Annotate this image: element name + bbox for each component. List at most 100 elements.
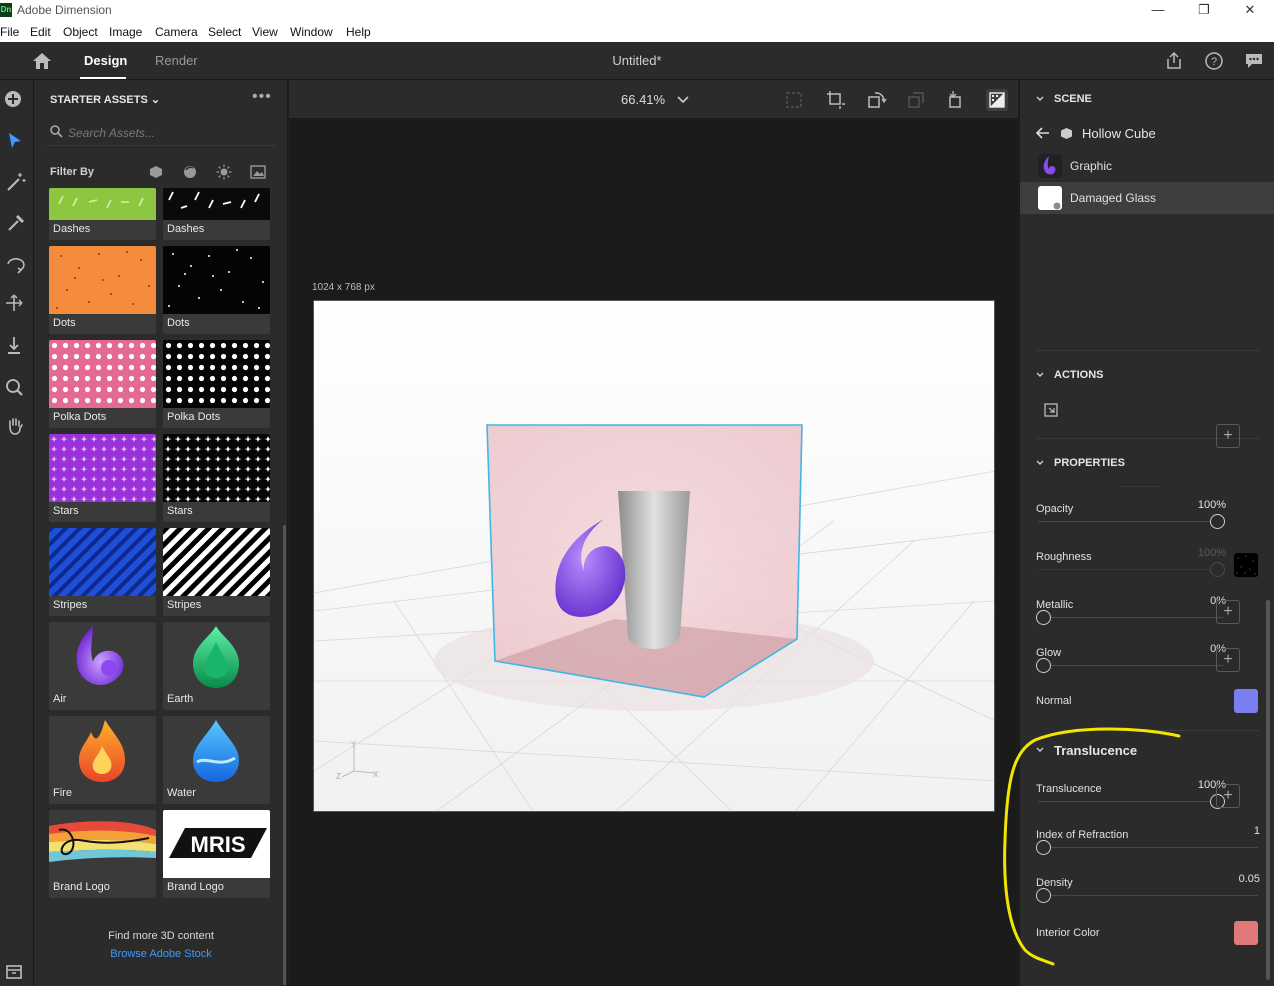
asset-tile-brand-mris[interactable]: MRIS Brand Logo xyxy=(163,810,270,898)
actions-header[interactable]: ACTIONS xyxy=(1054,369,1104,381)
asset-tile-dots-orange[interactable]: Dots xyxy=(49,246,156,334)
eyedropper-icon[interactable] xyxy=(4,210,30,236)
home-icon[interactable] xyxy=(32,52,52,73)
asset-tile-stripes-bw[interactable]: Stripes xyxy=(163,528,270,616)
window-title: Adobe Dimension xyxy=(17,3,112,17)
drop-to-ground-icon[interactable] xyxy=(4,334,30,360)
scene-header[interactable]: SCENE xyxy=(1054,93,1092,105)
scene-item-label: Graphic xyxy=(1070,159,1113,173)
filter-models-icon[interactable] xyxy=(148,164,164,180)
filter-images-icon[interactable] xyxy=(250,164,266,180)
menu-select[interactable]: Select xyxy=(208,25,241,39)
air-thumbnail xyxy=(49,622,156,690)
select-tool-icon[interactable] xyxy=(4,128,30,154)
interior-color-swatch[interactable] xyxy=(1234,921,1258,945)
action-icon[interactable] xyxy=(1043,402,1059,421)
browse-stock-link[interactable]: Browse Adobe Stock xyxy=(34,948,288,960)
zoom-icon[interactable] xyxy=(4,376,30,402)
render-preview-icon[interactable] xyxy=(986,89,1008,111)
slider-knob[interactable] xyxy=(1036,610,1051,625)
chevron-down-icon[interactable] xyxy=(1036,95,1044,103)
magic-wand-icon[interactable] xyxy=(4,170,30,196)
asset-tile-polka-pink[interactable]: Polka Dots xyxy=(49,340,156,428)
glow-add-button[interactable]: + xyxy=(1216,648,1240,672)
slider-knob[interactable] xyxy=(1210,514,1225,529)
asset-tile-air[interactable]: Air xyxy=(49,622,156,710)
asset-tile-dashes-green[interactable]: Dashes xyxy=(49,188,156,240)
material-thumbnail xyxy=(1038,186,1062,210)
axis-x-label: X xyxy=(373,770,379,779)
slider-knob[interactable] xyxy=(1210,562,1225,577)
close-button[interactable]: ✕ xyxy=(1227,0,1273,21)
asset-tile-stripes-blue[interactable]: Stripes xyxy=(49,528,156,616)
menu-camera[interactable]: Camera xyxy=(155,25,198,39)
help-icon[interactable]: ? xyxy=(1204,51,1224,74)
scene-item-damaged-glass[interactable]: Damaged Glass xyxy=(1020,182,1274,214)
opacity-add-button[interactable]: + xyxy=(1216,424,1240,448)
orbit-icon[interactable] xyxy=(4,252,30,278)
more-options-icon[interactable]: ••• xyxy=(252,88,272,106)
chevron-down-icon[interactable] xyxy=(677,94,689,108)
move-icon[interactable] xyxy=(4,292,30,318)
menu-view[interactable]: View xyxy=(252,25,278,39)
metallic-add-button[interactable]: + xyxy=(1216,600,1240,624)
library-icon[interactable] xyxy=(4,960,30,986)
tab-render[interactable]: Render xyxy=(155,53,198,68)
asset-tile-stars-purple[interactable]: Stars xyxy=(49,434,156,522)
asset-tile-fire[interactable]: Fire xyxy=(49,716,156,804)
menu-file[interactable]: File xyxy=(0,25,19,39)
tab-design[interactable]: Design xyxy=(84,53,127,68)
maximize-button[interactable]: ❐ xyxy=(1181,0,1227,21)
align-icon[interactable] xyxy=(825,89,847,111)
asset-tile-stars-black[interactable]: Stars xyxy=(163,434,270,522)
roughness-texture-swatch[interactable] xyxy=(1234,553,1258,577)
frame-selection-icon[interactable] xyxy=(783,89,805,111)
cube-icon xyxy=(1060,127,1073,143)
menu-object[interactable]: Object xyxy=(63,25,98,39)
asset-label: Dashes xyxy=(167,223,205,235)
roughness-slider[interactable]: Roughness 100% xyxy=(1036,547,1260,591)
menu-image[interactable]: Image xyxy=(109,25,142,39)
asset-tile-brand-paint[interactable]: Brand Logo xyxy=(49,810,156,898)
rotate-object-icon[interactable] xyxy=(865,89,887,111)
assets-scrollbar[interactable] xyxy=(283,525,286,985)
translucence-add-button[interactable]: + xyxy=(1216,784,1240,808)
opacity-slider[interactable]: Opacity 100% xyxy=(1036,499,1260,543)
group-icon[interactable] xyxy=(905,89,927,111)
chevron-down-icon[interactable] xyxy=(1036,371,1044,379)
snap-icon[interactable] xyxy=(945,89,967,111)
asset-tile-earth[interactable]: Earth xyxy=(163,622,270,710)
asset-tile-dots-black[interactable]: Dots xyxy=(163,246,270,334)
filter-lights-icon[interactable] xyxy=(216,164,232,180)
minimize-button[interactable]: — xyxy=(1135,0,1181,21)
menu-edit[interactable]: Edit xyxy=(30,25,51,39)
menu-help[interactable]: Help xyxy=(346,25,371,39)
filter-materials-icon[interactable] xyxy=(182,164,198,180)
add-content-icon[interactable] xyxy=(4,86,30,112)
asset-label: Stripes xyxy=(167,599,202,611)
viewport-toolbar: 66.41% xyxy=(289,80,1018,119)
properties-header[interactable]: PROPERTIES xyxy=(1054,457,1125,469)
feedback-icon[interactable] xyxy=(1244,51,1264,74)
properties-scrollbar[interactable] xyxy=(1266,600,1270,980)
menu-window[interactable]: Window xyxy=(290,25,333,39)
scene-item-graphic[interactable]: Graphic xyxy=(1020,150,1274,182)
asset-tile-polka-black[interactable]: Polka Dots xyxy=(163,340,270,428)
assets-header[interactable]: STARTER ASSETS ⌄ xyxy=(50,93,160,106)
zoom-level[interactable]: 66.41% xyxy=(621,92,665,107)
asset-label: Water xyxy=(167,787,196,799)
search-input[interactable] xyxy=(68,124,268,142)
back-arrow-icon[interactable] xyxy=(1035,127,1050,142)
hand-icon[interactable] xyxy=(4,414,30,440)
asset-tile-water[interactable]: Water xyxy=(163,716,270,804)
dots-orange-thumbnail xyxy=(49,246,156,314)
normal-map-swatch[interactable] xyxy=(1234,689,1258,713)
scene-object-name[interactable]: Hollow Cube xyxy=(1082,126,1156,141)
render-canvas[interactable]: Y Z X xyxy=(313,300,995,812)
chevron-down-icon[interactable] xyxy=(1036,459,1044,467)
share-icon[interactable] xyxy=(1164,51,1184,74)
slider-knob[interactable] xyxy=(1036,658,1051,673)
graphic-thumbnail xyxy=(1038,154,1062,178)
section-divider xyxy=(1120,486,1160,487)
asset-tile-dashes-black[interactable]: Dashes xyxy=(163,188,270,240)
